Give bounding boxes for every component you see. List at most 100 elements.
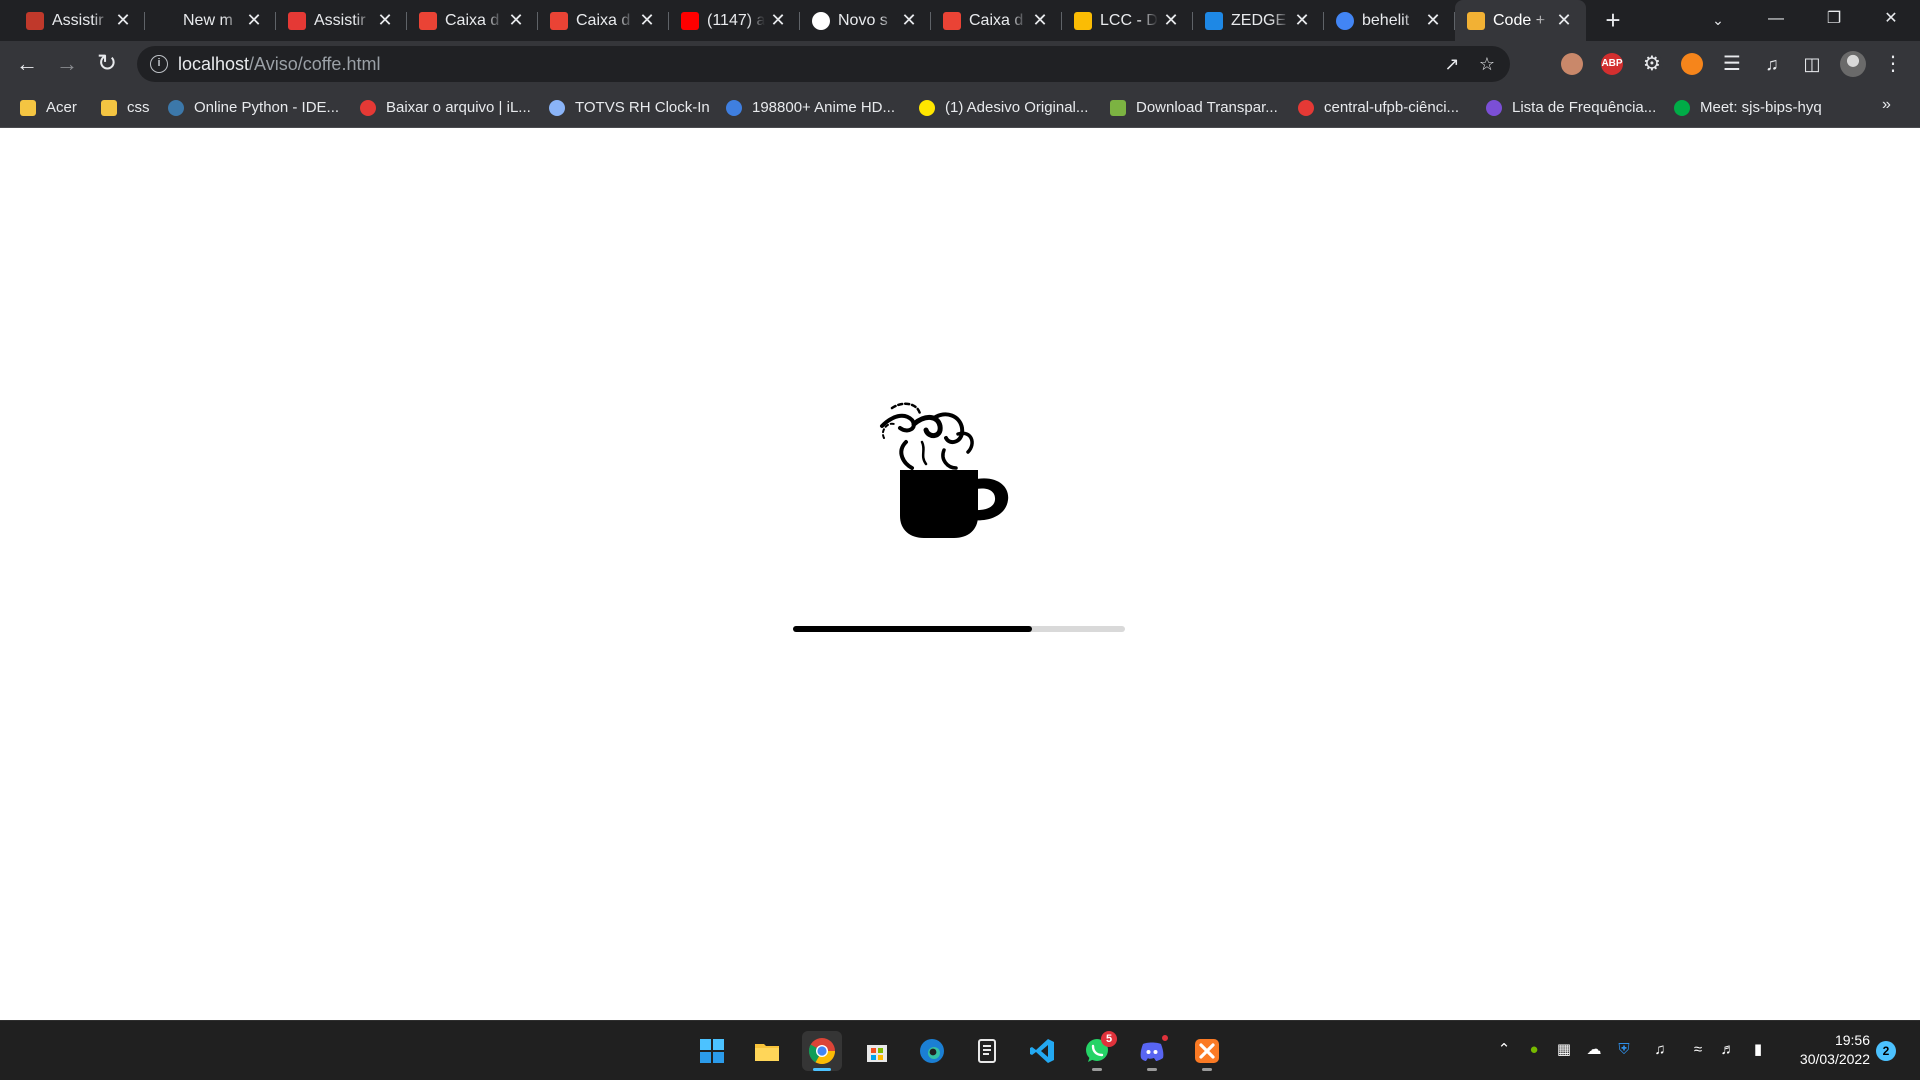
- tab[interactable]: behelit ✕: [1324, 0, 1455, 41]
- battery-icon[interactable]: ▮: [1748, 1040, 1768, 1060]
- profile-avatar[interactable]: [1840, 51, 1866, 77]
- privacy-badger-icon[interactable]: [1561, 53, 1583, 75]
- bookmark-label: Online Python - IDE...: [194, 99, 340, 116]
- wifi-icon[interactable]: ≈: [1688, 1040, 1708, 1060]
- tab-title: Assistir: [52, 12, 104, 29]
- heart-icon: [360, 100, 376, 116]
- bookmark-label: Baixar o arquivo | iL...: [386, 99, 531, 116]
- notification-dot: [1160, 1033, 1170, 1043]
- metamask-fox-icon[interactable]: [1681, 53, 1703, 75]
- site-info-icon[interactable]: i: [150, 55, 168, 73]
- volume-icon[interactable]: ♬: [1718, 1040, 1738, 1060]
- tab[interactable]: Code + ✕: [1455, 0, 1586, 41]
- tray-app-icon[interactable]: ▦: [1554, 1040, 1574, 1060]
- share-icon[interactable]: ↗: [1442, 54, 1462, 74]
- tab-close-icon[interactable]: ✕: [899, 10, 919, 30]
- tab[interactable]: ZEDGE ✕: [1193, 0, 1324, 41]
- chrome-menu-icon[interactable]: ⋮: [1876, 47, 1910, 81]
- tab-search-chevron-icon[interactable]: ⌄: [1706, 8, 1730, 32]
- tab-close-icon[interactable]: ✕: [768, 10, 788, 30]
- zedge-icon: [1205, 12, 1223, 30]
- vscode-icon: [1028, 1037, 1056, 1065]
- tab-title: ZEDGE: [1231, 12, 1287, 29]
- tab[interactable]: LCC - D ✕: [1062, 0, 1193, 41]
- tab-title: (1147) a: [707, 12, 765, 29]
- tab-title: Code +: [1493, 12, 1546, 29]
- settings-gear-extension-icon[interactable]: ⚙: [1641, 53, 1663, 75]
- tab[interactable]: (1147) a ✕: [669, 0, 800, 41]
- running-indicator: [1147, 1068, 1157, 1071]
- tab-title: Assistir: [314, 12, 366, 29]
- taskbar-button[interactable]: [912, 1031, 952, 1071]
- clock-date: 30/03/2022: [1799, 1051, 1870, 1067]
- close-window-icon[interactable]: ✕: [1862, 0, 1920, 41]
- taskbar-button[interactable]: [857, 1031, 897, 1071]
- tab-close-icon[interactable]: ✕: [113, 10, 133, 30]
- tab[interactable]: Caixa d ✕: [538, 0, 669, 41]
- microphone-icon[interactable]: ♫: [1650, 1040, 1670, 1060]
- taskbar-button[interactable]: [1132, 1031, 1172, 1071]
- taskbar-button[interactable]: [1022, 1031, 1062, 1071]
- notification-count-badge[interactable]: 2: [1876, 1041, 1896, 1061]
- tab-close-icon[interactable]: ✕: [1161, 10, 1181, 30]
- taskbar-button[interactable]: [692, 1031, 732, 1071]
- running-indicator: [1092, 1068, 1102, 1071]
- taskbar-button[interactable]: [967, 1031, 1007, 1071]
- bookmark-label: Download Transpar...: [1136, 99, 1278, 116]
- tab-close-icon[interactable]: ✕: [637, 10, 657, 30]
- tab-close-icon[interactable]: ✕: [244, 10, 264, 30]
- tab[interactable]: Novo s ✕: [800, 0, 931, 41]
- side-panel-icon[interactable]: ◫: [1795, 47, 1829, 81]
- new-tab-button[interactable]: +: [1598, 6, 1628, 36]
- tab-close-icon[interactable]: ✕: [1423, 10, 1443, 30]
- bookmark-star-icon[interactable]: ☆: [1477, 54, 1497, 74]
- tab[interactable]: Assistir ✕: [14, 0, 145, 41]
- minimize-icon[interactable]: —: [1747, 0, 1805, 41]
- extensions-puzzle-icon[interactable]: ☰: [1715, 47, 1749, 81]
- mug-shape: [900, 470, 1009, 538]
- anime-site-icon: [26, 12, 44, 30]
- system-clock[interactable]: 19:56 30/03/2022: [1786, 1031, 1870, 1069]
- tab-close-icon[interactable]: ✕: [506, 10, 526, 30]
- back-arrow-icon[interactable]: ←: [10, 47, 44, 81]
- media-queue-icon[interactable]: ♫: [1755, 47, 1789, 81]
- address-url[interactable]: localhost/Aviso/coffe.html: [178, 54, 380, 75]
- clock-in-icon: [549, 100, 565, 116]
- forward-arrow-icon[interactable]: →: [50, 47, 84, 81]
- tray-overflow-chevron-icon[interactable]: ⌃: [1494, 1040, 1514, 1060]
- tab[interactable]: Assistir ✕: [276, 0, 407, 41]
- folder-icon: [20, 100, 36, 116]
- running-indicator: [1202, 1068, 1212, 1071]
- bookmark-label: Lista de Frequência...: [1512, 99, 1657, 116]
- ufpb-icon: [1298, 100, 1314, 116]
- tab-close-icon[interactable]: ✕: [1554, 10, 1574, 30]
- address-bar[interactable]: i localhost/Aviso/coffe.html ↗ ☆: [137, 46, 1510, 82]
- nvidia-icon[interactable]: ●: [1524, 1040, 1544, 1060]
- tab-close-icon[interactable]: ✕: [375, 10, 395, 30]
- bookmarks-overflow-icon[interactable]: »: [1882, 96, 1891, 114]
- bookmark-label: css: [127, 99, 150, 116]
- edge-icon: [918, 1037, 946, 1065]
- steam-icon: [880, 402, 974, 470]
- taskbar-button[interactable]: [747, 1031, 787, 1071]
- bookmark-label: central-ufpb-ciênci...: [1324, 99, 1460, 116]
- onedrive-error-icon[interactable]: ☁: [1584, 1040, 1604, 1060]
- tab[interactable]: New m ✕: [145, 0, 276, 41]
- tab-title: Novo s: [838, 12, 888, 29]
- browser-toolbar: ← → ↻ i localhost/Aviso/coffe.html ↗ ☆ A…: [0, 41, 1920, 88]
- taskbar-button[interactable]: [802, 1031, 842, 1071]
- tab-close-icon[interactable]: ✕: [1292, 10, 1312, 30]
- reload-icon[interactable]: ↻: [90, 47, 124, 81]
- taskbar-button[interactable]: [1187, 1031, 1227, 1071]
- tab-close-icon[interactable]: ✕: [1030, 10, 1050, 30]
- clock-time: 19:56: [1834, 1032, 1870, 1048]
- tab[interactable]: Caixa d ✕: [407, 0, 538, 41]
- restore-icon[interactable]: ❐: [1805, 0, 1863, 41]
- wallpaper-site-icon: [726, 100, 742, 116]
- tab-strip: Assistir ✕ New m ✕ Assistir ✕ Caixa d ✕ Caixa d ✕…: [0, 0, 1920, 41]
- adblock-plus-icon[interactable]: ABP: [1601, 53, 1623, 75]
- tab[interactable]: Caixa d ✕: [931, 0, 1062, 41]
- windows-taskbar: 5 ⌃ ● ▦ ☁ ⛨ ♫ ≈ ♬ ▮ 19:56 30/03/2022 2: [0, 1020, 1920, 1080]
- taskbar-button[interactable]: 5: [1077, 1031, 1117, 1071]
- windows-security-icon[interactable]: ⛨: [1614, 1040, 1634, 1060]
